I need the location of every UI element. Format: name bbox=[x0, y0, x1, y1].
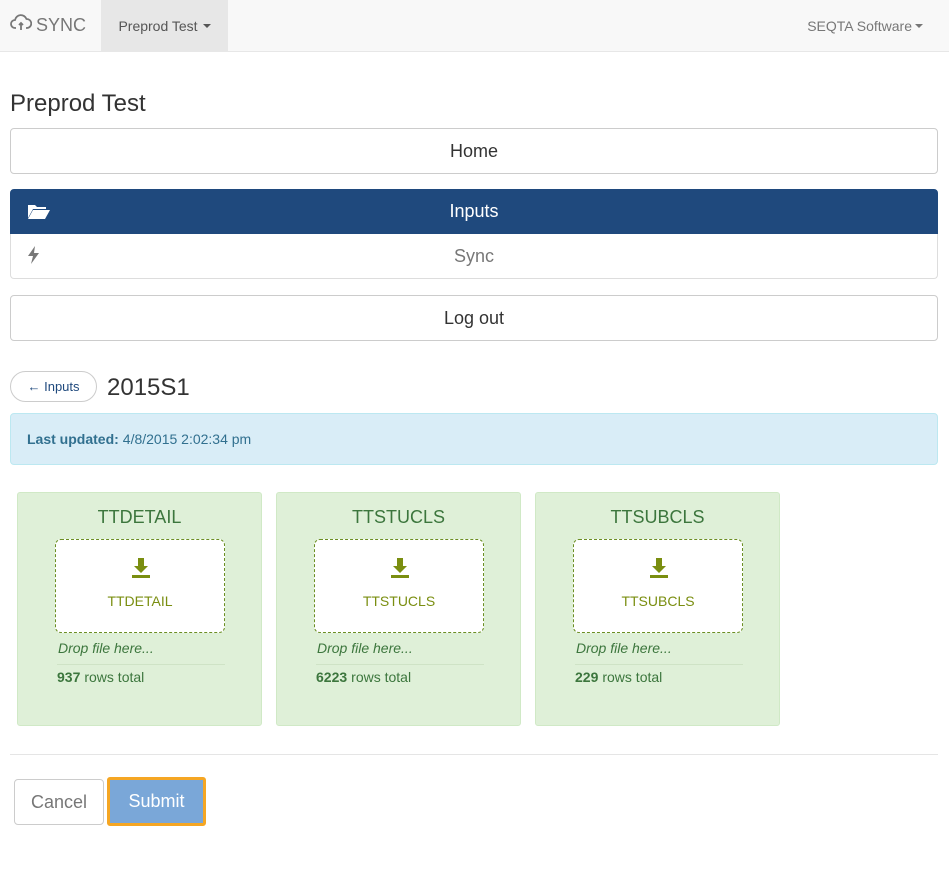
divider bbox=[57, 664, 225, 665]
submit-button-label: Submit bbox=[128, 791, 185, 811]
rows-suffix: rows total bbox=[351, 669, 412, 685]
upload-panel-ttdetail: TTDETAIL TTDETAIL Drop file here... 937 r… bbox=[17, 492, 262, 726]
nav-list: Inputs Sync bbox=[10, 189, 938, 279]
account-dropdown-label: SEQTA Software bbox=[807, 17, 912, 34]
file-dropzone[interactable]: TTSUBCLS bbox=[573, 539, 743, 633]
rows-count: 6223 bbox=[316, 669, 348, 685]
rows-total: 6223 rows total bbox=[316, 669, 411, 685]
cancel-button[interactable]: Cancel bbox=[14, 779, 104, 825]
download-icon bbox=[132, 558, 150, 581]
lightning-icon bbox=[27, 246, 41, 269]
divider bbox=[316, 664, 484, 665]
download-icon bbox=[391, 558, 409, 581]
nav-item-inputs[interactable]: Inputs bbox=[10, 189, 938, 234]
dropzone-label: TTSUBCLS bbox=[621, 593, 695, 609]
last-updated-value: 4/8/2015 2:02:34 pm bbox=[122, 431, 252, 447]
rows-suffix: rows total bbox=[602, 669, 663, 685]
upload-panel-ttstucls: TTSTUCLS TTSTUCLS Drop file here... 6223… bbox=[276, 492, 521, 726]
download-icon bbox=[650, 558, 668, 581]
cancel-button-label: Cancel bbox=[30, 791, 88, 812]
nav-item-sync-label: Sync bbox=[453, 245, 495, 266]
file-dropzone[interactable]: TTSTUCLS bbox=[314, 539, 484, 633]
page-title: Preprod Test bbox=[10, 90, 146, 117]
chevron-down-icon bbox=[202, 23, 211, 28]
dropzone-label: TTSTUCLS bbox=[362, 593, 436, 609]
chevron-down-icon bbox=[915, 23, 923, 28]
rows-total: 937 rows total bbox=[57, 669, 144, 685]
brand-text: SYNC bbox=[36, 15, 87, 35]
rows-count: 229 bbox=[575, 669, 599, 685]
drop-hint: Drop file here... bbox=[317, 640, 413, 656]
logout-button-label: Log out bbox=[443, 307, 505, 328]
account-dropdown[interactable]: SEQTA Software bbox=[807, 0, 923, 51]
folder-open-icon bbox=[27, 202, 51, 225]
home-button[interactable]: Home bbox=[10, 128, 938, 174]
last-updated-label: Last updated: bbox=[27, 431, 119, 447]
brand-link[interactable]: SYNC bbox=[10, 0, 86, 51]
divider bbox=[575, 664, 743, 665]
section-title: 2015S1 bbox=[107, 374, 190, 401]
upload-panel-title: TTSTUCLS bbox=[351, 507, 445, 527]
upload-panel-title: TTSUBCLS bbox=[610, 507, 705, 527]
top-navbar: SYNC Preprod Test SEQTA Software bbox=[0, 0, 949, 52]
back-to-inputs-button[interactable]: ← Inputs bbox=[10, 371, 97, 402]
submit-button-focus-ring: Submit bbox=[107, 777, 206, 826]
drop-hint: Drop file here... bbox=[58, 640, 154, 656]
nav-item-sync[interactable]: Sync bbox=[10, 234, 938, 279]
upload-panel-ttsubcls: TTSUBCLS TTSUBCLS Drop file here... 229 r… bbox=[535, 492, 780, 726]
rows-count: 937 bbox=[57, 669, 81, 685]
file-dropzone[interactable]: TTDETAIL bbox=[55, 539, 225, 633]
logout-button[interactable]: Log out bbox=[10, 295, 938, 341]
rows-suffix: rows total bbox=[84, 669, 145, 685]
upload-panel-title: TTDETAIL bbox=[97, 507, 182, 527]
project-dropdown[interactable]: Preprod Test bbox=[101, 0, 228, 51]
form-divider bbox=[10, 754, 938, 755]
last-updated-alert: Last updated: 4/8/2015 2:02:34 pm bbox=[10, 413, 938, 465]
rows-total: 229 rows total bbox=[575, 669, 662, 685]
dropzone-label: TTDETAIL bbox=[107, 593, 173, 609]
drop-hint: Drop file here... bbox=[576, 640, 672, 656]
nav-item-inputs-label: Inputs bbox=[449, 201, 499, 221]
cloud-sync-icon bbox=[10, 13, 36, 38]
project-dropdown-label: Preprod Test bbox=[118, 17, 198, 34]
back-to-inputs-label: ← Inputs bbox=[27, 379, 80, 394]
submit-button[interactable]: Submit bbox=[110, 780, 203, 823]
home-button-label: Home bbox=[449, 140, 498, 161]
